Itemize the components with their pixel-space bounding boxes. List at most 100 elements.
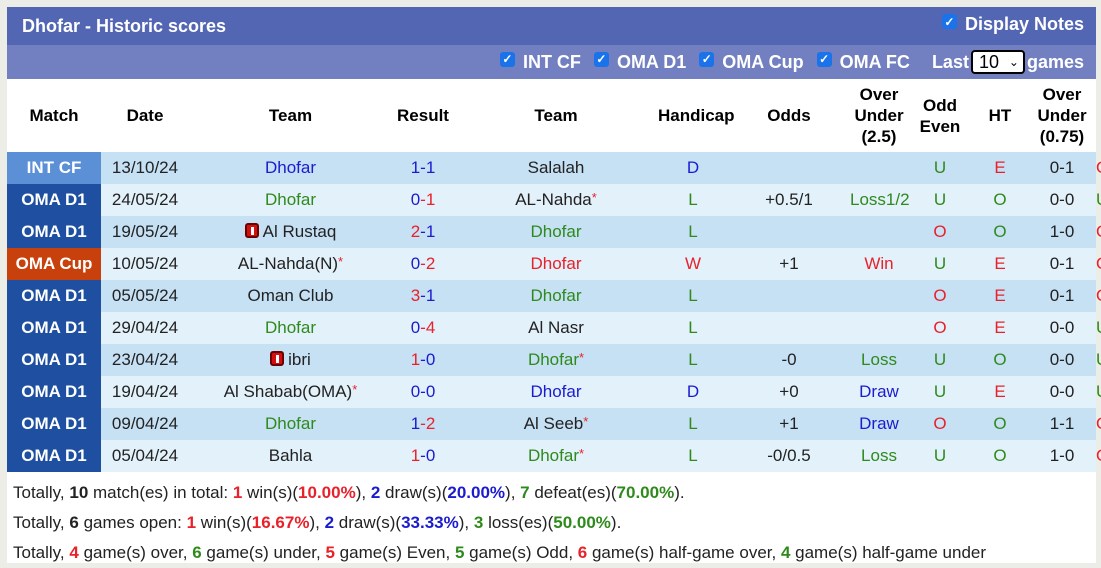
away-team-cell[interactable]: Dhofar* <box>454 440 658 472</box>
table-row[interactable]: OMA D1 19/04/24 Al Shabab(OMA)* 0-0 Dhofar D +… <box>7 376 1101 408</box>
last-games-select[interactable]: 10 ⌄ <box>970 50 1025 74</box>
home-team-cell[interactable]: Dhofar <box>189 152 392 184</box>
home-team-cell[interactable]: ibri <box>189 344 392 376</box>
over-under-0-75: O <box>1096 414 1101 433</box>
home-team-cell[interactable]: Dhofar <box>189 184 392 216</box>
league-cell[interactable]: OMA D1 <box>7 280 101 312</box>
league-cell[interactable]: OMA Cup <box>7 248 101 280</box>
home-team-name[interactable]: Dhofar <box>265 190 316 209</box>
away-team-name[interactable]: Dhofar <box>530 382 581 401</box>
home-team-name[interactable]: Oman Club <box>248 286 334 305</box>
away-team-name[interactable]: Dhofar <box>530 286 581 305</box>
summary-value: 6 <box>577 543 588 562</box>
result-cell[interactable]: 2-1 <box>392 216 454 248</box>
table-row[interactable]: OMA D1 23/04/24 ibri 1-0 Dhofar* L -0 Loss U O 0-0… <box>7 344 1101 376</box>
home-team-name[interactable]: AL-Nahda(N) <box>238 254 338 273</box>
league-cell[interactable]: OMA D1 <box>7 440 101 472</box>
summary-text: game(s) Even, <box>334 543 455 562</box>
home-team-name[interactable]: ibri <box>288 350 311 369</box>
home-team-name[interactable]: Bahla <box>269 446 312 465</box>
filter-oma-fc[interactable]: ✓ OMA FC <box>816 51 910 73</box>
home-team-cell[interactable]: Bahla <box>189 440 392 472</box>
half-time-score-cell: 1-1 <box>1028 408 1096 440</box>
away-team-name[interactable]: Al Seeb <box>524 414 584 433</box>
filter-oma-d1[interactable]: ✓ OMA D1 <box>593 51 686 73</box>
table-row[interactable]: OMA D1 24/05/24 Dhofar 0-1 AL-Nahda* L +0.5/1 L… <box>7 184 1101 216</box>
result-cell[interactable]: 0-0 <box>392 376 454 408</box>
over-under-2-5-cell: O <box>908 280 972 312</box>
away-team-cell[interactable]: Dhofar <box>454 376 658 408</box>
away-team-name[interactable]: AL-Nahda <box>515 190 592 209</box>
result-cell[interactable]: 1-0 <box>392 440 454 472</box>
filter-oma-cup[interactable]: ✓ OMA Cup <box>699 51 804 73</box>
checkbox-icon[interactable]: ✓ <box>816 51 832 67</box>
checkbox-icon[interactable]: ✓ <box>699 51 715 67</box>
result-cell[interactable]: 0-1 <box>392 184 454 216</box>
result-cell[interactable]: 1-2 <box>392 408 454 440</box>
away-team-name[interactable]: Salalah <box>528 158 585 177</box>
display-notes-toggle[interactable]: ✓ Display Notes <box>941 14 1084 35</box>
home-team-name[interactable]: Dhofar <box>265 318 316 337</box>
result-cell[interactable]: 0-4 <box>392 312 454 344</box>
league-cell[interactable]: INT CF <box>7 152 101 184</box>
table-row[interactable]: OMA D1 05/05/24 Oman Club 3-1 Dhofar L O E 0-1 O <box>7 280 1101 312</box>
filter-label: OMA FC <box>839 51 910 72</box>
away-team-cell[interactable]: Dhofar <box>454 280 658 312</box>
away-team-cell[interactable]: Dhofar* <box>454 344 658 376</box>
home-team-name[interactable]: Al Rustaq <box>263 222 337 241</box>
away-team-cell[interactable]: Salalah <box>454 152 658 184</box>
result-cell[interactable]: 0-2 <box>392 248 454 280</box>
home-team-cell[interactable]: Oman Club <box>189 280 392 312</box>
away-team-name[interactable]: Dhofar <box>528 446 579 465</box>
home-team-cell[interactable]: Dhofar <box>189 312 392 344</box>
table-row[interactable]: OMA D1 19/05/24 Al Rustaq 2-1 Dhofar L O O 1-0 O <box>7 216 1101 248</box>
filter-int-cf[interactable]: ✓ INT CF <box>499 51 581 73</box>
table-row[interactable]: OMA D1 09/04/24 Dhofar 1-2 Al Seeb* L +1 Draw O O… <box>7 408 1101 440</box>
table-row[interactable]: OMA Cup 10/05/24 AL-Nahda(N)* 0-2 Dhofar W +1 W… <box>7 248 1101 280</box>
away-team-cell[interactable]: Al Seeb* <box>454 408 658 440</box>
home-team-cell[interactable]: Al Rustaq <box>189 216 392 248</box>
table-row[interactable]: OMA D1 29/04/24 Dhofar 0-4 Al Nasr L O E 0-0 U <box>7 312 1101 344</box>
league-name: OMA D1 <box>21 190 87 209</box>
home-team-name[interactable]: Dhofar <box>265 414 316 433</box>
summary-value: 3 <box>473 513 484 532</box>
home-team-cell[interactable]: Al Shabab(OMA)* <box>189 376 392 408</box>
away-team-cell[interactable]: AL-Nahda* <box>454 184 658 216</box>
league-cell[interactable]: OMA D1 <box>7 312 101 344</box>
away-team-cell[interactable]: Dhofar <box>454 216 658 248</box>
over-under-2-5-cell: O <box>908 408 972 440</box>
table-row[interactable]: OMA D1 05/04/24 Bahla 1-0 Dhofar* L -0/0.5 Loss… <box>7 440 1101 472</box>
away-team-name[interactable]: Dhofar <box>530 222 581 241</box>
home-team-cell[interactable]: Dhofar <box>189 408 392 440</box>
result-letter-cell: L <box>658 344 728 376</box>
checkbox-icon[interactable]: ✓ <box>593 51 609 67</box>
home-team-name[interactable]: Dhofar <box>265 158 316 177</box>
odds-result-cell: Loss <box>850 440 908 472</box>
summary-text: ). <box>674 483 685 502</box>
match-date: 24/05/24 <box>111 190 179 209</box>
away-team-cell[interactable]: Dhofar <box>454 248 658 280</box>
result-cell[interactable]: 1-1 <box>392 152 454 184</box>
league-cell[interactable]: OMA D1 <box>7 216 101 248</box>
result-cell[interactable]: 1-0 <box>392 344 454 376</box>
league-cell[interactable]: OMA D1 <box>7 184 101 216</box>
away-team-name[interactable]: Dhofar <box>530 254 581 273</box>
table-row[interactable]: INT CF 13/10/24 Dhofar 1-1 Salalah D U E 0-1 O <box>7 152 1101 184</box>
odd-even: O <box>993 350 1007 369</box>
away-team-name[interactable]: Al Nasr <box>528 318 584 337</box>
result-cell[interactable]: 3-1 <box>392 280 454 312</box>
odds-result-cell: Draw <box>850 376 908 408</box>
over-under-2-5: U <box>933 382 947 401</box>
display-notes-checkbox[interactable]: ✓ <box>941 14 957 29</box>
home-team-name[interactable]: Al Shabab(OMA) <box>224 382 353 401</box>
match-date: 05/05/24 <box>111 286 179 305</box>
home-team-cell[interactable]: AL-Nahda(N)* <box>189 248 392 280</box>
away-team-cell[interactable]: Al Nasr <box>454 312 658 344</box>
away-team-name[interactable]: Dhofar <box>528 350 579 369</box>
checkbox-icon[interactable]: ✓ <box>499 51 515 67</box>
last-games-value: 10 <box>978 51 999 72</box>
league-cell[interactable]: OMA D1 <box>7 376 101 408</box>
result-letter-cell: L <box>658 440 728 472</box>
league-cell[interactable]: OMA D1 <box>7 344 101 376</box>
league-cell[interactable]: OMA D1 <box>7 408 101 440</box>
